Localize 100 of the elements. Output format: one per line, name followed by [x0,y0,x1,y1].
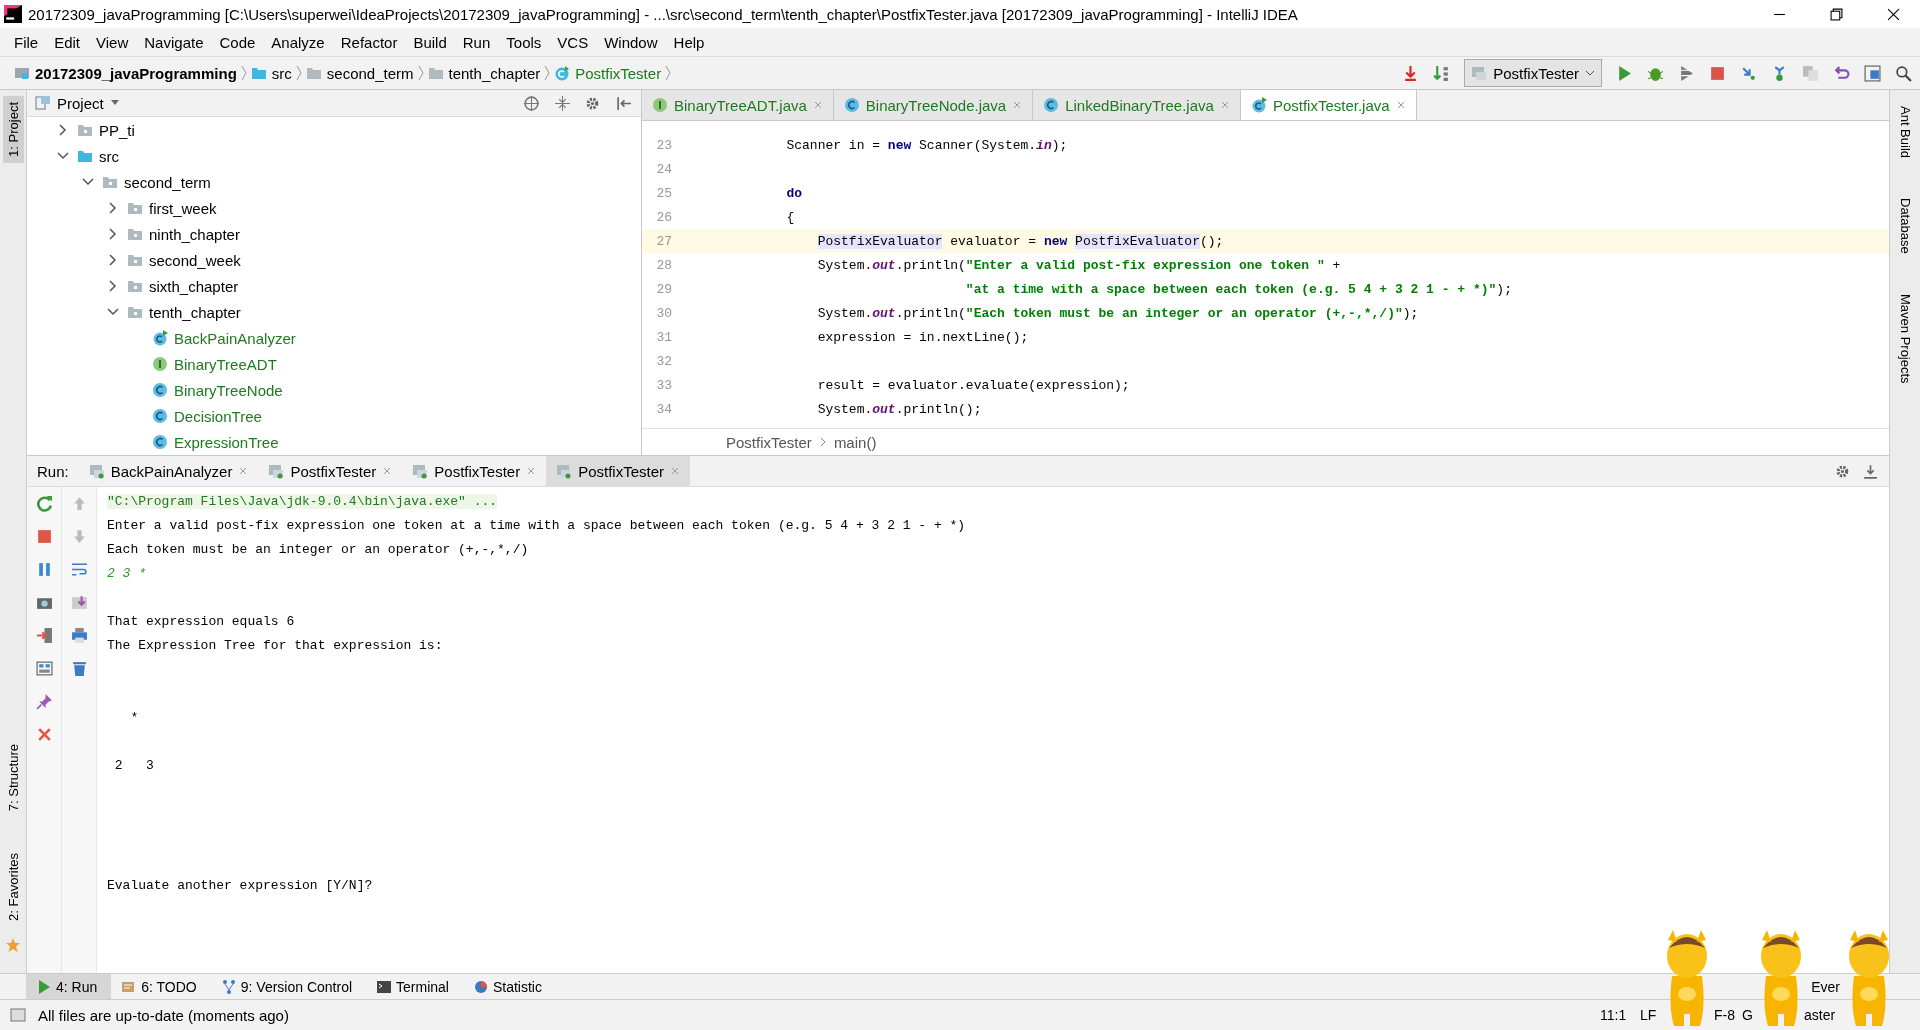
breadcrumb-item[interactable]: main() [833,433,877,451]
menu-item[interactable]: Analyze [263,33,333,51]
tool-window-tab[interactable]: 6: TODO [111,974,211,999]
sort-icon[interactable] [1433,64,1451,82]
tab-label: BinaryTreeNode.java [865,96,1007,114]
star-icon [5,937,21,953]
hide-icon[interactable] [1862,462,1879,480]
code-line: System.out.println("Enter a valid post-fix expression one token " + [816,257,1341,273]
menu-item[interactable]: Run [454,33,499,51]
menu-item[interactable]: Window [596,33,666,51]
menu-item[interactable]: Refactor [332,33,406,51]
breadcrumb-item[interactable]: src [246,64,296,82]
code-line: System.out.println("Each token must be an integer or an operator (+,-,*,/)"); [816,305,1419,321]
run-label: Run: [36,461,70,482]
editor-tab[interactable]: LinkedBinaryTree.java [1033,90,1241,120]
undo-icon[interactable] [1833,64,1850,82]
console-line: * [129,709,139,725]
tool-window-tab[interactable]: 7: Structure [2,737,24,818]
cursor-position[interactable]: 11:1 [1600,1007,1640,1023]
scroll-icon[interactable] [70,594,88,611]
line-number: 34 [655,401,673,417]
folder-icon [250,65,267,81]
console-line: That expression equals 6 [107,613,295,629]
menu-item[interactable]: Navigate [136,33,212,51]
structure-icon[interactable] [1864,64,1881,82]
panel-title[interactable]: Project [35,94,120,112]
trash-icon[interactable] [70,660,88,677]
tool-window-tab[interactable]: Database [1897,198,1913,254]
tool-window-tab[interactable]: Maven Projects [1897,293,1913,384]
menu-item[interactable]: Edit [46,33,89,51]
line-separator[interactable]: LF [1640,1007,1664,1023]
tree-item[interactable]: sixth_chapter [149,277,239,295]
coverage-icon[interactable] [1678,64,1695,82]
run-tab[interactable]: PostfixTester [546,456,691,486]
tree-item[interactable]: ninth_chapter [149,225,240,243]
restore-icon[interactable] [1830,7,1843,21]
search-icon[interactable] [1895,64,1912,82]
editor-tab[interactable]: PostfixTester.java [1240,90,1417,120]
vcs-branch[interactable]: aster [1804,1007,1844,1023]
tool-window-tab[interactable]: Terminal [366,974,463,999]
console-line: Evaluate another expression [Y/N]? [107,877,373,893]
menu-item[interactable]: Tools [498,33,550,51]
breadcrumb-item[interactable]: PostfixTester [550,64,666,82]
stop-icon[interactable] [35,528,53,545]
menu-item[interactable]: Build [405,33,455,51]
tool-window-tab[interactable]: 2: Favorites [2,847,24,927]
exit-icon[interactable] [35,627,53,644]
breadcrumb-item[interactable]: tenth_chapter [423,64,545,82]
editor-tab[interactable]: BinaryTreeADT.java [642,90,834,120]
run-icon[interactable] [1616,64,1633,82]
menu-item[interactable]: File [6,33,47,51]
stop-icon[interactable] [1709,64,1726,82]
status-icon[interactable] [10,1007,26,1023]
run-tab[interactable]: BackPainAnalyzer [78,456,259,486]
line-number: 24 [655,161,673,177]
tree-item[interactable]: first_week [149,199,217,217]
locate-icon[interactable] [523,94,540,112]
tree-item[interactable]: tenth_chapter [149,303,241,321]
menu-item[interactable]: View [88,33,137,51]
run-tab[interactable]: PostfixTester [402,456,547,486]
breadcrumb-item[interactable]: PostfixTester [726,433,812,451]
print-icon[interactable] [70,627,88,644]
tool-window-tab[interactable]: 1: Project [2,96,24,163]
editor-tab[interactable]: BinaryTreeNode.java [833,90,1034,120]
menu-item[interactable]: Code [211,33,264,51]
run-icon [36,978,52,995]
run-config-dropdown[interactable]: PostfixTester [1464,59,1602,87]
layout-icon[interactable] [35,660,53,677]
code-line: PostfixEvaluator evaluator = new PostfixEvaluator(); [816,233,1224,249]
tree-item[interactable]: ExpressionTree [174,433,279,451]
console-line: 2 3 * [107,565,146,581]
pin-icon[interactable] [35,693,53,710]
hide-icon[interactable] [616,94,633,112]
menu-item[interactable]: VCS [549,33,597,51]
event-log-tab[interactable]: Ever [1811,978,1840,995]
tree-item[interactable]: src [99,147,119,165]
tree-item[interactable]: BinaryTreeADT [174,355,277,373]
tool-window-tab[interactable]: 9: Version Control [210,974,367,999]
breadcrumb-item[interactable]: second_term [301,64,418,82]
menu-item[interactable]: Help [665,33,713,51]
tree-item[interactable]: second_week [149,251,241,269]
close-icon[interactable] [1887,7,1900,21]
breadcrumb-item[interactable]: 20172309_javaProgramming [10,64,241,82]
file-encoding[interactable]: F-8 [1714,1007,1742,1023]
tree-item[interactable]: BackPainAnalyzer [174,329,296,347]
tree-item[interactable]: DecisionTree [174,407,262,425]
tool-window-tab[interactable]: Statistic [462,974,556,999]
rerun-icon[interactable] [35,495,53,512]
vcs-widget[interactable]: G [1742,1007,1758,1023]
wrap-icon[interactable] [70,561,88,578]
tool-window-tab[interactable]: Ant Build [1897,106,1913,159]
folder-icon [427,65,444,81]
collapse-icon[interactable] [554,94,571,112]
line-number: 29 [655,281,673,297]
tree-item[interactable]: second_term [124,173,211,191]
tool-window-tab[interactable]: 4: Run [26,974,112,999]
run-tab[interactable]: PostfixTester [258,456,403,486]
tab-label: 6: TODO [141,978,197,995]
tree-item[interactable]: PP_ti [99,121,135,139]
tree-item[interactable]: BinaryTreeNode [174,381,283,399]
